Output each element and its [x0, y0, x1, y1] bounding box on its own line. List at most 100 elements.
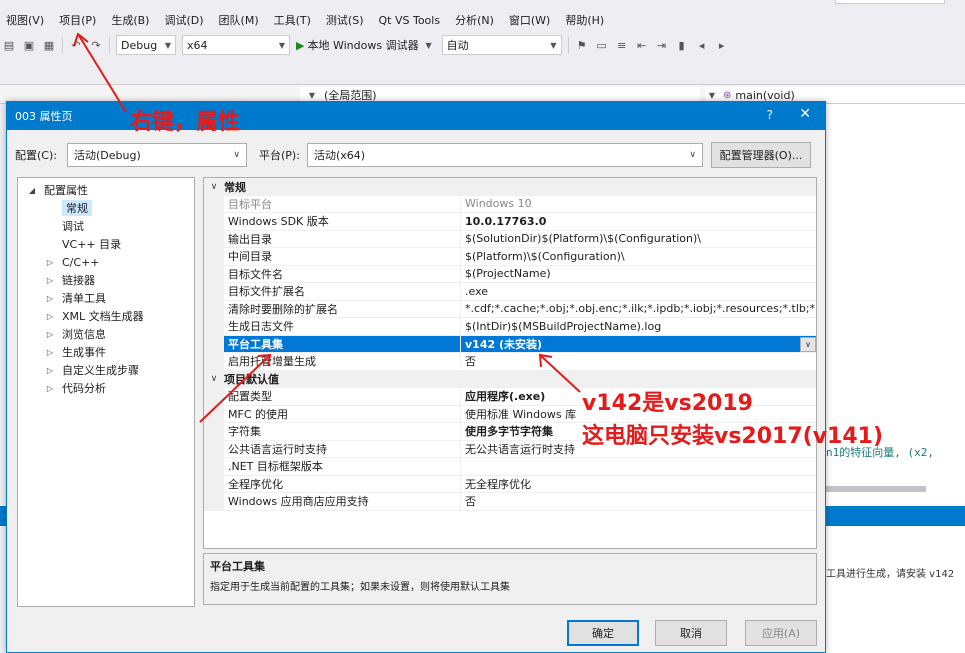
indent-icon[interactable]: ⇤: [635, 38, 649, 52]
grid-row[interactable]: 清除时要删除的扩展名 *.cdf;*.cache;*.obj;*.obj.enc;…: [204, 300, 816, 318]
menu-item[interactable]: 分析(N): [449, 12, 503, 28]
grid-category[interactable]: ∨ 常规: [204, 178, 816, 196]
new-project-icon[interactable]: ▤: [2, 38, 16, 52]
expand-arrow-icon[interactable]: ▷: [44, 258, 56, 267]
property-value[interactable]: 否: [460, 493, 816, 511]
property-value[interactable]: [460, 458, 816, 476]
editor-horizontal-scrollbar[interactable]: [826, 486, 926, 492]
tree-item[interactable]: ▷ 链接器: [18, 271, 194, 289]
grid-row[interactable]: Windows SDK 版本 10.0.17763.0: [204, 213, 816, 231]
menu-item[interactable]: 视图(V): [0, 12, 53, 28]
menu-item[interactable]: Qt VS Tools: [373, 14, 450, 27]
expand-arrow-icon[interactable]: ◢: [26, 186, 38, 195]
debug-mode-combo[interactable]: 自动 ▼: [441, 35, 562, 55]
tree-item[interactable]: ▷ XML 文档生成器: [18, 307, 194, 325]
grid-gutter: [204, 353, 224, 371]
tree-item[interactable]: VC++ 目录: [18, 235, 194, 253]
grid-row[interactable]: Windows 应用商店应用支持否: [204, 493, 816, 511]
property-name: 清除时要删除的扩展名: [224, 301, 460, 318]
save-all-icon[interactable]: ▦: [42, 38, 56, 52]
expand-arrow-icon[interactable]: ▷: [44, 348, 56, 357]
expand-arrow-icon[interactable]: ▷: [44, 312, 56, 321]
expand-arrow-icon[interactable]: ▷: [44, 276, 56, 285]
start-debugging-button[interactable]: ▶ 本地 Windows 调试器 ▼: [296, 37, 436, 53]
grid-row[interactable]: 目标文件扩展名 .exe: [204, 283, 816, 301]
tree-item[interactable]: ▷ 浏览信息: [18, 325, 194, 343]
property-value[interactable]: v142 (未安装): [460, 335, 816, 353]
configuration-manager-button[interactable]: 配置管理器(O)...: [711, 142, 811, 168]
ok-button[interactable]: 确定: [567, 620, 639, 646]
bookmark-next-icon[interactable]: ▸: [715, 38, 729, 52]
solution-platform-combo[interactable]: x64 ▼: [182, 35, 290, 55]
chevron-down-icon[interactable]: ▼: [422, 38, 436, 52]
apply-button[interactable]: 应用(A): [745, 620, 817, 646]
undo-icon[interactable]: ↶: [69, 38, 83, 52]
dropdown-button-icon[interactable]: ∨: [800, 336, 816, 352]
tree-item[interactable]: ▷ C/C++: [18, 253, 194, 271]
tree-item[interactable]: ▷ 代码分析: [18, 379, 194, 397]
property-value[interactable]: .exe: [460, 283, 816, 301]
menu-item[interactable]: 项目(P): [53, 12, 105, 28]
close-button[interactable]: ✕: [799, 106, 811, 122]
property-value[interactable]: Windows 10: [460, 195, 816, 213]
chevron-down-icon: ∨: [689, 150, 696, 160]
grid-row[interactable]: .NET 目标框架版本: [204, 458, 816, 476]
solution-config-combo[interactable]: Debug ▼: [116, 35, 176, 55]
outdent-icon[interactable]: ⇥: [655, 38, 669, 52]
save-icon[interactable]: ▣: [22, 38, 36, 52]
property-value[interactable]: $(ProjectName): [460, 265, 816, 283]
property-name: 输出目录: [224, 231, 460, 248]
grid-row[interactable]: 输出目录 $(SolutionDir)$(Platform)\$(Configur…: [204, 230, 816, 248]
menu-item[interactable]: 帮助(H): [559, 12, 613, 28]
menu-item[interactable]: 工具(T): [268, 12, 320, 28]
expand-arrow-icon[interactable]: ▷: [44, 384, 56, 393]
tree-item-label: C/C++: [62, 255, 100, 269]
grid-row[interactable]: 启用托管增量生成否: [204, 353, 816, 371]
bookmark-prev-icon[interactable]: ◂: [695, 38, 709, 52]
grid-row[interactable]: 平台工具集 v142 (未安装) ∨: [204, 335, 816, 353]
grid-row[interactable]: 全程序优化 无全程序优化: [204, 475, 816, 493]
expand-arrow-icon[interactable]: ▷: [44, 294, 56, 303]
grid-row[interactable]: 目标文件名 $(ProjectName): [204, 265, 816, 283]
collapse-icon[interactable]: ∨: [204, 374, 224, 384]
property-value[interactable]: 无全程序优化: [460, 475, 816, 493]
list-icon[interactable]: ≡: [615, 38, 629, 52]
property-value[interactable]: 10.0.17763.0: [460, 213, 816, 231]
tree-item[interactable]: ◢ 配置属性: [18, 181, 194, 199]
cancel-button[interactable]: 取消: [655, 620, 727, 646]
property-value[interactable]: *.cdf;*.cache;*.obj;*.obj.enc;*.ilk;*.ip…: [460, 300, 816, 318]
menu-item[interactable]: 测试(S): [320, 12, 373, 28]
menu-item[interactable]: 调试(D): [158, 12, 212, 28]
expand-arrow-icon[interactable]: ▷: [44, 330, 56, 339]
grid-gutter: [204, 475, 224, 493]
tree-item[interactable]: 常规: [18, 199, 194, 217]
property-value[interactable]: 否: [460, 353, 816, 371]
find-icon[interactable]: ⚑: [575, 38, 589, 52]
property-value[interactable]: $(SolutionDir)$(Platform)\$(Configuratio…: [460, 230, 816, 248]
property-value[interactable]: $(Platform)\$(Configuration)\: [460, 248, 816, 266]
configuration-combo[interactable]: 活动(Debug) ∨: [67, 143, 247, 167]
tree-item[interactable]: ▷ 清单工具: [18, 289, 194, 307]
property-name: Windows SDK 版本: [224, 213, 460, 231]
bookmark-toggle-icon[interactable]: ▮: [675, 38, 689, 52]
collapse-icon[interactable]: ∨: [204, 182, 224, 192]
menu-item[interactable]: 窗口(W): [503, 12, 559, 28]
menu-item[interactable]: 团队(M): [213, 12, 268, 28]
grid-row[interactable]: 生成日志文件 $(IntDir)$(MSBuildProjectName).log: [204, 318, 816, 336]
expand-arrow-icon[interactable]: ▷: [44, 366, 56, 375]
tree-item[interactable]: ▷ 自定义生成步骤: [18, 361, 194, 379]
property-value[interactable]: $(IntDir)$(MSBuildProjectName).log: [460, 318, 816, 336]
redo-icon[interactable]: ↷: [89, 38, 103, 52]
bookmark-icon[interactable]: ▭: [595, 38, 609, 52]
quick-launch-search[interactable]: [835, 0, 945, 4]
grid-gutter: [204, 493, 224, 511]
grid-row[interactable]: 中间目录 $(Platform)\$(Configuration)\: [204, 248, 816, 266]
menu-item[interactable]: 生成(B): [105, 12, 158, 28]
help-button[interactable]: ?: [767, 108, 773, 122]
debug-mode-value: 自动: [446, 39, 469, 52]
tree-item[interactable]: ▷ 生成事件: [18, 343, 194, 361]
grid-row[interactable]: 目标平台 Windows 10: [204, 195, 816, 213]
tree-item[interactable]: 调试: [18, 217, 194, 235]
platform-combo[interactable]: 活动(x64) ∨: [307, 143, 703, 167]
property-name: 目标平台: [224, 196, 460, 213]
